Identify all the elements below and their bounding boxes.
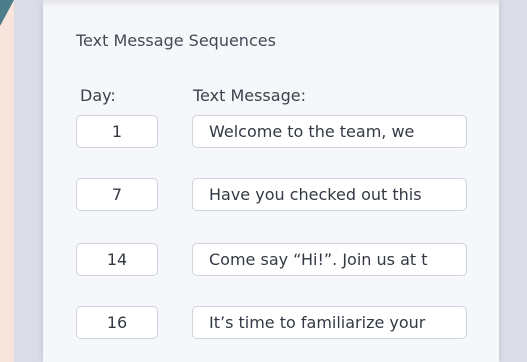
- day-input[interactable]: 1: [76, 115, 158, 148]
- message-input[interactable]: Come say “Hi!”. Join us at t: [192, 243, 467, 276]
- message-input[interactable]: It’s time to familiarize your: [192, 306, 467, 339]
- day-column-header: Day:: [80, 86, 116, 105]
- message-input[interactable]: Have you checked out this: [192, 178, 467, 211]
- message-column-header: Text Message:: [193, 86, 306, 105]
- decorative-corner: [0, 0, 14, 26]
- day-input[interactable]: 7: [76, 178, 158, 211]
- section-title: Text Message Sequences: [76, 31, 276, 50]
- day-input[interactable]: 14: [76, 243, 158, 276]
- day-input[interactable]: 16: [76, 306, 158, 339]
- card-top-shadow: [43, 0, 499, 8]
- background-panel: [0, 0, 14, 362]
- message-input[interactable]: Welcome to the team, we: [192, 115, 467, 148]
